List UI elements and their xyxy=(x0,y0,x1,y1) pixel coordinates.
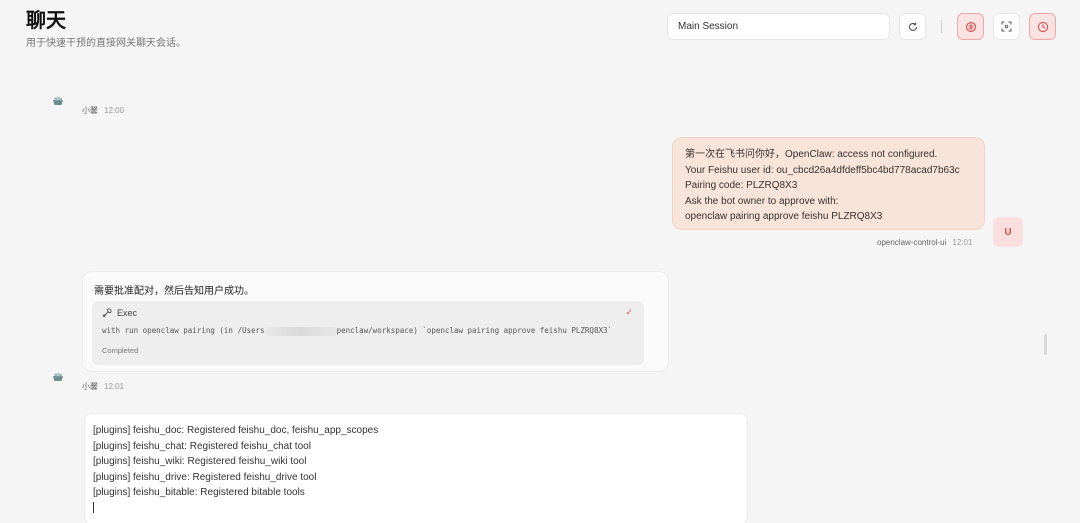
page-subtitle: 用于快速干预的直接网关聊天会话。 xyxy=(26,38,186,49)
exec-command: with run openclaw pairing (in /Users penc… xyxy=(102,326,612,336)
exec-label: Exec xyxy=(117,308,138,318)
user-message-bubble: 第一次在飞书问你好，OpenClaw: access not configure… xyxy=(672,137,985,230)
exec-status: Completed xyxy=(102,346,139,355)
brain-icon xyxy=(965,21,976,32)
tool-icon xyxy=(102,308,112,318)
focus-button[interactable] xyxy=(993,13,1020,40)
redacted-path xyxy=(264,326,337,336)
refresh-icon xyxy=(908,22,917,31)
check-icon: ✓ xyxy=(625,307,633,317)
bot-avatar-icon xyxy=(53,372,63,381)
log-line: [plugins] feishu_bitable: Registered bit… xyxy=(93,487,305,498)
page-header: 聊天 用于快速干预的直接网关聊天会话。 Main Session xyxy=(0,0,1080,60)
exec-header: Exec xyxy=(102,308,137,318)
scrollbar[interactable] xyxy=(1044,334,1047,355)
session-select[interactable]: Main Session xyxy=(667,13,890,40)
clock-icon xyxy=(1037,21,1048,32)
exec-command-prefix: with run openclaw pairing (in /Users xyxy=(102,326,265,335)
history-button[interactable] xyxy=(1029,13,1056,40)
message-time: 12:01 xyxy=(104,382,125,391)
bot-message-bubble: 需要批准配对，然后告知用户成功。 Exec ✓ with run opencla… xyxy=(82,271,669,372)
exec-command-suffix: penclaw/workspace) `openclaw pairing app… xyxy=(336,326,613,335)
bot-avatar xyxy=(52,93,64,105)
user-message-line: openclaw pairing approve feishu PLZRQ8X3 xyxy=(685,211,883,222)
bot-name: 小馨 xyxy=(82,382,98,391)
bot-name: 小馨 xyxy=(82,106,98,115)
message-time: 12:01 xyxy=(952,238,973,247)
user-avatar: U xyxy=(993,217,1023,247)
bot-message-text: 需要批准配对，然后告知用户成功。 xyxy=(94,286,254,297)
user-message-line: Ask the bot owner to approve with: xyxy=(685,195,839,207)
bot-avatar xyxy=(52,369,64,381)
user-sender-name: openclaw-control-ui xyxy=(877,238,947,247)
bot-avatar-icon xyxy=(53,96,63,105)
bot-message-meta: 小馨 12:01 xyxy=(82,381,124,392)
toolbar-divider xyxy=(941,20,942,33)
user-message-line: 第一次在飞书问你好，OpenClaw: access not configure… xyxy=(685,149,938,160)
text-cursor xyxy=(93,502,94,514)
message-input[interactable]: [plugins] feishu_doc: Registered feishu_… xyxy=(84,413,748,523)
log-line: [plugins] feishu_drive: Registered feish… xyxy=(93,471,317,483)
user-message-line: Pairing code: PLZRQ8X3 xyxy=(685,180,798,191)
log-line: [plugins] feishu_wiki: Registered feishu… xyxy=(93,456,307,467)
refresh-button[interactable] xyxy=(899,13,926,40)
thinking-toggle-button[interactable] xyxy=(957,13,984,40)
page-title: 聊天 xyxy=(26,8,66,32)
user-message-meta: openclaw-control-ui 12:01 xyxy=(877,238,972,247)
focus-icon xyxy=(1001,21,1012,32)
user-message-line: Your Feishu user id: ou_cbcd26a4dfdeff5b… xyxy=(685,164,960,176)
log-line: [plugins] feishu_doc: Registered feishu_… xyxy=(93,425,379,436)
message-time: 12:00 xyxy=(104,106,125,115)
bot-message-meta: 小馨 12:00 xyxy=(82,105,124,116)
log-line: [plugins] feishu_chat: Registered feishu… xyxy=(93,440,311,452)
exec-tool-card[interactable]: Exec ✓ with run openclaw pairing (in /Us… xyxy=(92,301,644,365)
